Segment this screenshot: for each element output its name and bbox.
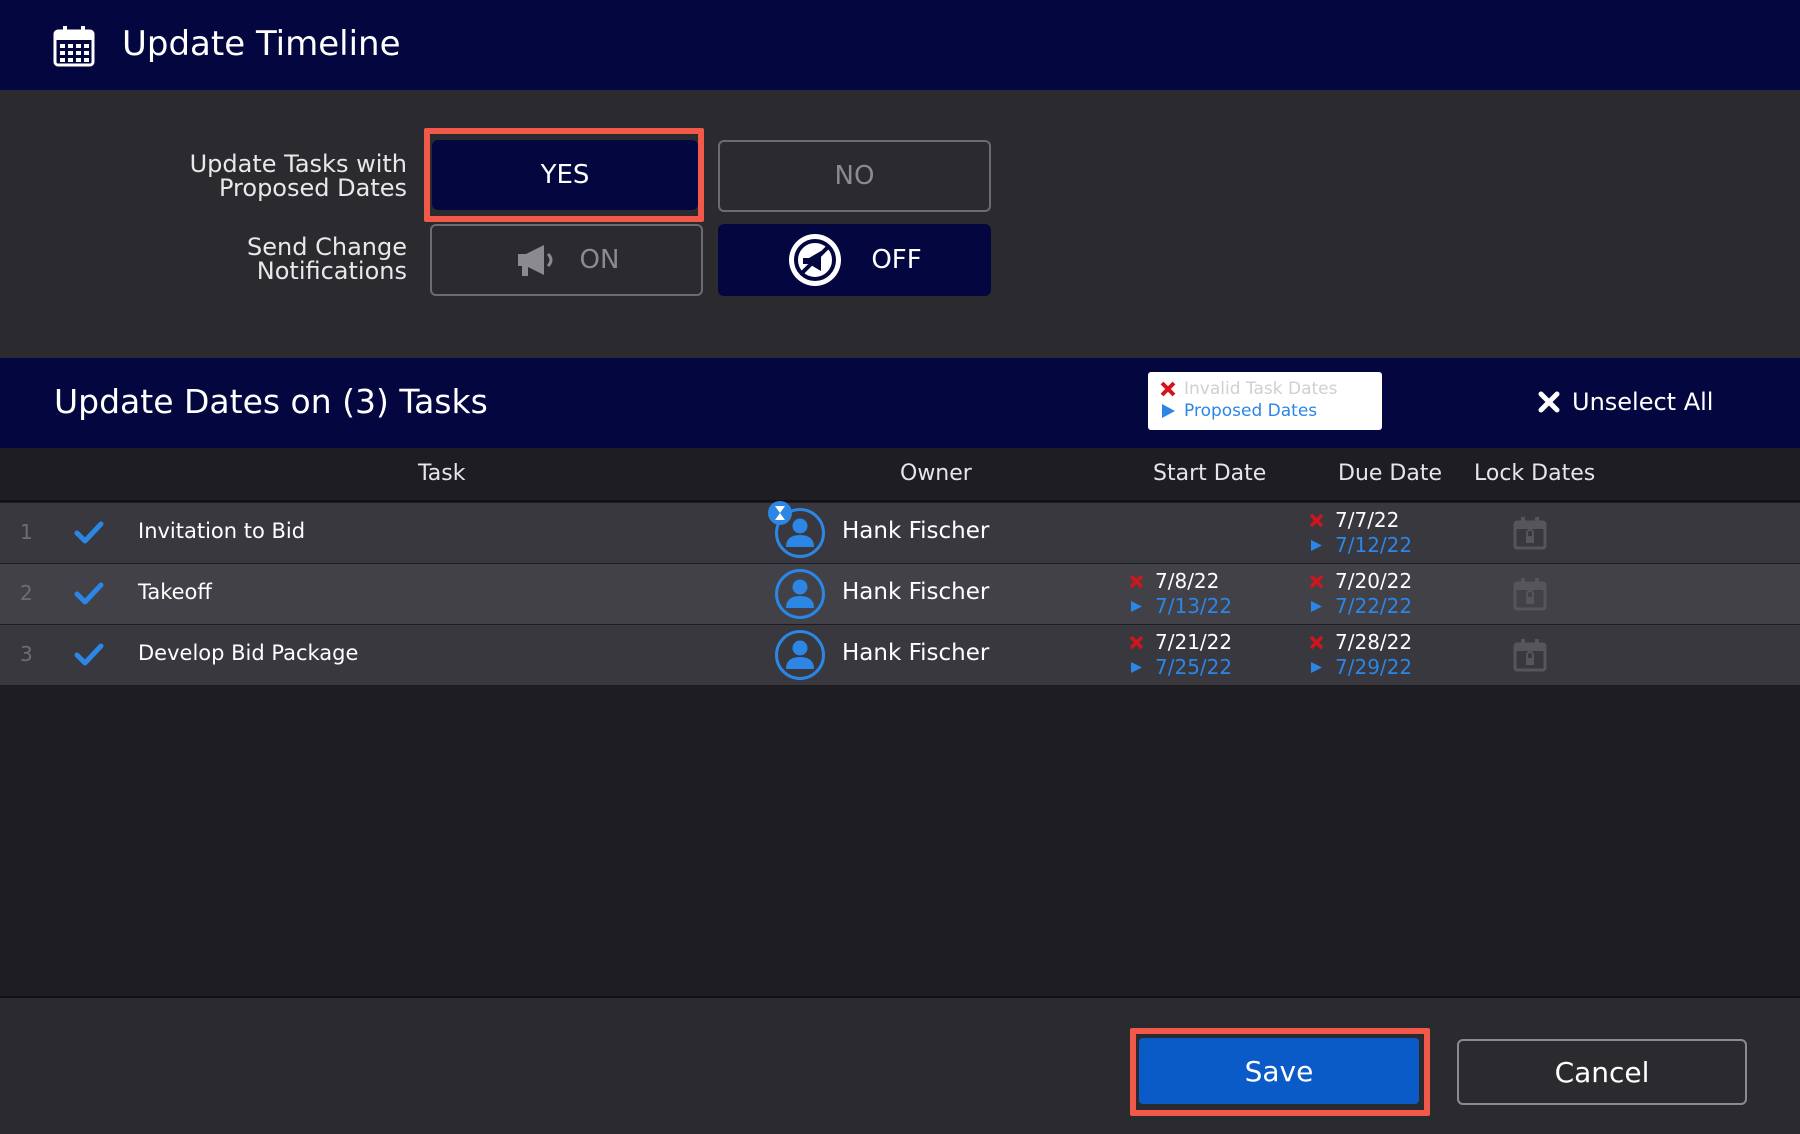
calendar-icon (52, 24, 96, 68)
invalid-date-line: 7/20/22 (1310, 569, 1412, 594)
save-label: Save (1244, 1054, 1314, 1088)
invalid-date: 7/28/22 (1335, 630, 1413, 654)
dates-legend: Invalid Task Dates Proposed Dates (1148, 372, 1382, 430)
invalid-date: 7/21/22 (1155, 630, 1233, 654)
update-tasks-label: Update Tasks with Proposed Dates (107, 152, 407, 200)
column-header-owner: Owner (900, 461, 972, 486)
notifications-off-button[interactable]: OFF (718, 224, 991, 296)
no-label: NO (834, 161, 875, 191)
table-empty-area (0, 686, 1800, 996)
invalid-x-icon (1310, 636, 1323, 649)
notifications-label-line1: Send Change (247, 233, 407, 261)
invalid-x-icon (1130, 636, 1143, 649)
yes-label: YES (540, 160, 590, 190)
column-header-due-date: Due Date (1338, 461, 1442, 486)
invalid-x-icon (1160, 381, 1176, 397)
cancel-button[interactable]: Cancel (1457, 1039, 1747, 1105)
column-header-task: Task (418, 461, 466, 486)
lock-dates-icon[interactable] (1512, 576, 1548, 612)
lock-dates-icon[interactable] (1512, 515, 1548, 551)
invalid-date-line: 7/21/22 (1130, 630, 1232, 655)
legend-proposed: Proposed Dates (1160, 400, 1370, 422)
proposed-date: 7/29/22 (1335, 655, 1413, 679)
checkmark-icon[interactable] (74, 521, 104, 545)
invalid-x-icon (1310, 514, 1323, 527)
hourglass-icon (767, 500, 793, 526)
row-number: 1 (20, 520, 33, 544)
invalid-date: 7/20/22 (1335, 569, 1413, 593)
invalid-date-line: 7/28/22 (1310, 630, 1412, 655)
invalid-date: 7/7/22 (1335, 508, 1400, 532)
proposed-arrow-icon (1310, 539, 1323, 552)
proposed-date-line: 7/25/22 (1130, 655, 1232, 680)
lock-dates-icon[interactable] (1512, 637, 1548, 673)
proposed-date: 7/25/22 (1155, 655, 1233, 679)
megaphone-off-icon (787, 232, 843, 288)
due-date-cell: 7/28/22 7/29/22 (1310, 630, 1412, 680)
start-date-cell: 7/8/22 7/13/22 (1130, 569, 1232, 619)
yes-button[interactable]: YES (432, 140, 698, 210)
proposed-date: 7/22/22 (1335, 594, 1413, 618)
invalid-date-line: 7/7/22 (1310, 508, 1412, 533)
unselect-all-button[interactable]: Unselect All (1538, 388, 1713, 416)
invalid-x-icon (1310, 575, 1323, 588)
cancel-label: Cancel (1554, 1055, 1650, 1089)
unselect-all-label: Unselect All (1572, 388, 1714, 416)
legend-proposed-label: Proposed Dates (1184, 401, 1318, 421)
task-name: Invitation to Bid (138, 519, 306, 543)
close-icon (1538, 391, 1560, 413)
update-tasks-label-line1: Update Tasks with (189, 150, 407, 178)
proposed-arrow-icon (1130, 661, 1143, 674)
proposed-arrow-icon (1160, 403, 1176, 419)
update-tasks-label-line2: Proposed Dates (219, 174, 407, 202)
proposed-date: 7/12/22 (1335, 533, 1413, 557)
dialog-title: Update Timeline (122, 24, 401, 64)
notifications-label: Send Change Notifications (107, 235, 407, 283)
proposed-date: 7/13/22 (1155, 594, 1233, 618)
legend-invalid-label: Invalid Task Dates (1184, 379, 1338, 399)
proposed-arrow-icon (1310, 661, 1323, 674)
column-header-start-date: Start Date (1153, 461, 1267, 486)
on-label: ON (579, 245, 620, 275)
legend-invalid: Invalid Task Dates (1160, 378, 1370, 400)
invalid-date: 7/8/22 (1155, 569, 1220, 593)
avatar-icon (774, 568, 826, 620)
owner-name: Hank Fischer (842, 579, 990, 605)
column-header-lock-dates: Lock Dates (1474, 461, 1596, 486)
row-number: 2 (20, 581, 33, 605)
proposed-date-line: 7/22/22 (1310, 594, 1412, 619)
header-divider (0, 500, 1800, 502)
checkmark-icon[interactable] (74, 643, 104, 667)
start-date-cell: 7/21/22 7/25/22 (1130, 630, 1232, 680)
proposed-date-line: 7/29/22 (1310, 655, 1412, 680)
row-number: 3 (20, 642, 33, 666)
notifications-on-button[interactable]: ON (430, 224, 703, 296)
proposed-arrow-icon (1310, 600, 1323, 613)
tasks-section-title: Update Dates on (3) Tasks (54, 382, 488, 421)
task-name: Takeoff (138, 580, 212, 604)
invalid-date-line: 7/8/22 (1130, 569, 1232, 594)
checkmark-icon[interactable] (74, 582, 104, 606)
task-name: Develop Bid Package (138, 641, 359, 665)
no-button[interactable]: NO (718, 140, 991, 212)
avatar-icon (774, 629, 826, 681)
invalid-x-icon (1130, 575, 1143, 588)
save-button[interactable]: Save (1139, 1038, 1419, 1104)
off-label: OFF (871, 245, 922, 275)
proposed-date-line: 7/13/22 (1130, 594, 1232, 619)
megaphone-icon (514, 242, 558, 278)
proposed-arrow-icon (1130, 600, 1143, 613)
owner-name: Hank Fischer (842, 640, 990, 666)
notifications-label-line2: Notifications (256, 257, 407, 285)
owner-name: Hank Fischer (842, 518, 990, 544)
proposed-date-line: 7/12/22 (1310, 533, 1412, 558)
due-date-cell: 7/20/22 7/22/22 (1310, 569, 1412, 619)
due-date-cell: 7/7/22 7/12/22 (1310, 508, 1412, 558)
